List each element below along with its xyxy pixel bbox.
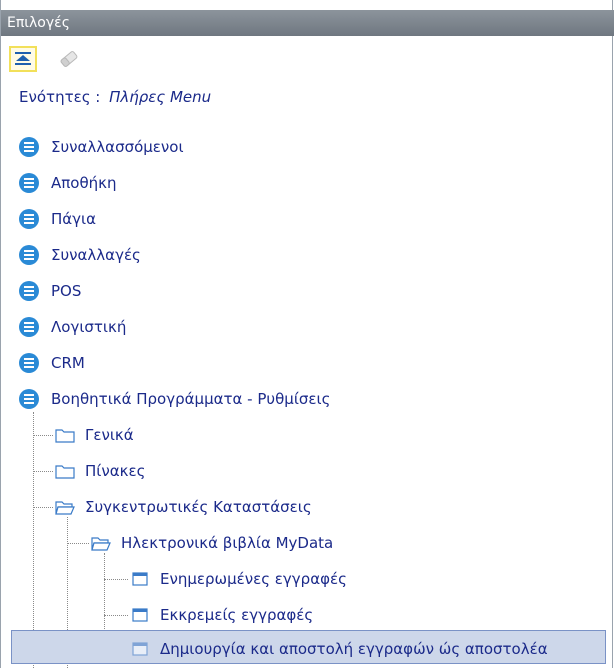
menu-item-warehouse[interactable]: Αποθήκη bbox=[19, 171, 117, 195]
menu-item-fixed-assets[interactable]: Πάγια bbox=[19, 207, 96, 231]
menu-item-pos[interactable]: POS bbox=[19, 279, 81, 303]
menu-item-label: Πάγια bbox=[51, 210, 97, 228]
tree-item-label: Ηλεκτρονικά βιβλία MyData bbox=[121, 534, 334, 552]
form-icon bbox=[132, 608, 148, 622]
menu-list-icon bbox=[19, 317, 39, 337]
form-icon bbox=[132, 642, 148, 656]
tree-item-label: Γενικά bbox=[85, 426, 134, 444]
toolbar bbox=[1, 40, 614, 72]
tree-connector bbox=[67, 543, 89, 544]
open-folder-icon bbox=[91, 537, 111, 551]
tree-item-mydata-books[interactable]: Ηλεκτρονικά βιβλία MyData bbox=[91, 531, 333, 555]
tree-item-label: Ενημερωμένες εγγραφές bbox=[160, 570, 347, 588]
menu-item-label: CRM bbox=[51, 354, 85, 372]
folder-icon bbox=[55, 465, 75, 479]
tree-connector bbox=[104, 615, 128, 616]
open-folder-icon bbox=[55, 501, 75, 515]
tree-item-summaries[interactable]: Συγκεντρωτικές Καταστάσεις bbox=[55, 495, 312, 519]
tree-item-label: Πίνακες bbox=[85, 462, 146, 480]
menu-item-accounting[interactable]: Λογιστική bbox=[19, 315, 126, 339]
collapse-all-icon bbox=[15, 52, 31, 65]
menu-list-icon bbox=[19, 209, 39, 229]
tree-item-pending-records[interactable]: Εκκρεμείς εγγραφές bbox=[132, 603, 313, 627]
tree-connector bbox=[33, 471, 53, 472]
tree-item-label: Δημιουργία και αποστολή εγγραφών ώς αποσ… bbox=[160, 640, 548, 658]
menu-item-label: POS bbox=[51, 282, 82, 300]
menu-item-transactors[interactable]: Συναλλασσόμενοι bbox=[19, 135, 184, 159]
menu-list-icon bbox=[19, 353, 39, 373]
menu-item-crm[interactable]: CRM bbox=[19, 351, 85, 375]
tree-connector bbox=[33, 435, 53, 436]
tree-connector bbox=[33, 507, 53, 508]
menu-list-icon bbox=[19, 137, 39, 157]
tree-item-label: Συγκεντρωτικές Καταστάσεις bbox=[85, 498, 312, 516]
menu-list-icon bbox=[19, 173, 39, 193]
menu-list-icon bbox=[19, 245, 39, 265]
options-panel: Επιλογές Ενότητες : Πλήρες Menu Συναλλασ… bbox=[0, 0, 614, 668]
tree-item-create-send-records[interactable]: Δημιουργία και αποστολή εγγραφών ώς αποσ… bbox=[132, 637, 548, 661]
folder-icon bbox=[55, 429, 75, 443]
sections-value[interactable]: Πλήρες Menu bbox=[109, 88, 211, 106]
menu-item-label: Λογιστική bbox=[51, 318, 127, 336]
menu-item-label: Συναλλασσόμενοι bbox=[51, 138, 184, 156]
clear-button[interactable] bbox=[55, 46, 83, 72]
eraser-icon bbox=[60, 51, 78, 67]
menu-item-label: Αποθήκη bbox=[51, 174, 117, 192]
collapse-all-button[interactable] bbox=[9, 46, 37, 72]
sections-label: Ενότητες : bbox=[19, 88, 101, 106]
panel-title: Επιλογές bbox=[1, 10, 614, 36]
tree-item-updated-records[interactable]: Ενημερωμένες εγγραφές bbox=[132, 567, 347, 591]
menu-item-label: Βοηθητικά Προγράμματα - Ρυθμίσεις bbox=[51, 390, 331, 408]
sections-selector[interactable]: Ενότητες : Πλήρες Menu bbox=[19, 88, 211, 106]
tree-item-label: Εκκρεμείς εγγραφές bbox=[160, 606, 314, 624]
menu-item-utilities-settings[interactable]: Βοηθητικά Προγράμματα - Ρυθμίσεις bbox=[19, 387, 330, 411]
form-icon bbox=[132, 572, 148, 586]
tree-item-tables[interactable]: Πίνακες bbox=[55, 459, 145, 483]
menu-list-icon bbox=[19, 389, 39, 409]
menu-item-label: Συναλλαγές bbox=[51, 246, 141, 264]
tree-item-general[interactable]: Γενικά bbox=[55, 423, 134, 447]
menu-list-icon bbox=[19, 281, 39, 301]
menu-item-transactions[interactable]: Συναλλαγές bbox=[19, 243, 141, 267]
tree-connector bbox=[104, 579, 128, 580]
